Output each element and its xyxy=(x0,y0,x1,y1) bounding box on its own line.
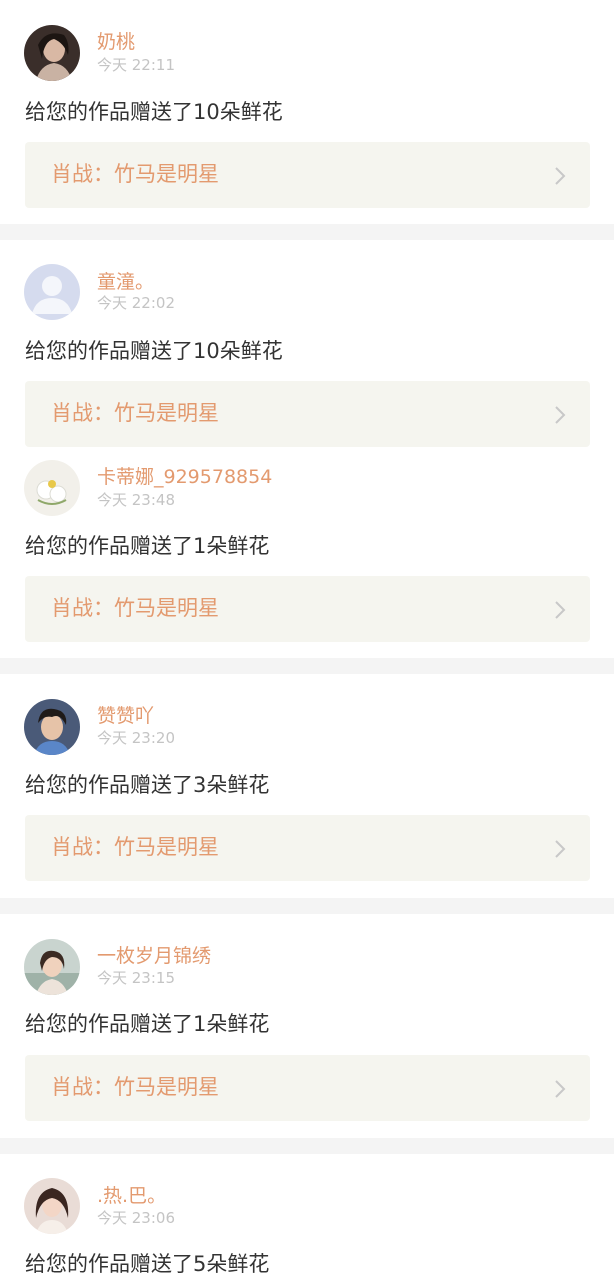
work-link[interactable]: 肖战：竹马是明星 xyxy=(25,142,590,208)
work-link[interactable]: 肖战：竹马是明星 xyxy=(25,815,590,881)
username[interactable]: 卡蒂娜_929578854 xyxy=(97,466,272,488)
work-title: 肖战：竹马是明星 xyxy=(51,596,219,620)
timestamp: 今天 23:15 xyxy=(97,969,175,987)
chevron-right-icon xyxy=(554,1079,566,1099)
default-avatar-icon[interactable] xyxy=(24,264,80,320)
notification-card: 赞赞吖 今天 23:20 给您的作品赠送了3朵鲜花 肖战：竹马是明星 xyxy=(0,674,614,898)
chevron-right-icon xyxy=(554,166,566,186)
work-link[interactable]: 肖战：竹马是明星 xyxy=(25,381,590,447)
gift-notification-list[interactable]: 奶桃 今天 22:11 给您的作品赠送了10朵鲜花 肖战：竹马是明星 童潼。 今 xyxy=(0,0,614,1280)
username[interactable]: 奶桃 xyxy=(97,31,135,53)
username[interactable]: 赞赞吖 xyxy=(97,705,154,727)
gift-message: 给您的作品赠送了10朵鲜花 xyxy=(25,100,283,124)
chevron-right-icon xyxy=(554,839,566,859)
username[interactable]: 童潼。 xyxy=(97,271,154,293)
chevron-right-icon xyxy=(554,405,566,425)
work-title: 肖战：竹马是明星 xyxy=(51,835,219,859)
timestamp: 今天 23:06 xyxy=(97,1209,175,1227)
gift-message: 给您的作品赠送了10朵鲜花 xyxy=(25,339,283,363)
username[interactable]: 一枚岁月锦绣 xyxy=(97,945,211,967)
avatar[interactable] xyxy=(24,699,80,755)
work-title: 肖战：竹马是明星 xyxy=(51,401,219,425)
avatar[interactable] xyxy=(24,939,80,995)
notification-card: .热.巴。 今天 23:06 给您的作品赠送了5朵鲜花 xyxy=(0,1154,614,1280)
timestamp: 今天 23:48 xyxy=(97,491,175,509)
chevron-right-icon xyxy=(554,600,566,620)
avatar[interactable] xyxy=(24,1178,80,1234)
work-title: 肖战：竹马是明星 xyxy=(51,162,219,186)
gift-message: 给您的作品赠送了3朵鲜花 xyxy=(25,773,270,797)
notification-card: 一枚岁月锦绣 今天 23:15 给您的作品赠送了1朵鲜花 肖战：竹马是明星 xyxy=(0,914,614,1138)
timestamp: 今天 23:20 xyxy=(97,729,175,747)
avatar[interactable] xyxy=(24,25,80,81)
work-title: 肖战：竹马是明星 xyxy=(51,1075,219,1099)
work-link[interactable]: 肖战：竹马是明星 xyxy=(25,576,590,642)
notification-card: 奶桃 今天 22:11 给您的作品赠送了10朵鲜花 肖战：竹马是明星 xyxy=(0,0,614,224)
gift-message: 给您的作品赠送了1朵鲜花 xyxy=(25,534,270,558)
username[interactable]: .热.巴。 xyxy=(97,1185,166,1207)
timestamp: 今天 22:02 xyxy=(97,294,175,312)
notification-card: 童潼。 今天 22:02 给您的作品赠送了10朵鲜花 肖战：竹马是明星 卡蒂娜_… xyxy=(0,240,614,658)
work-link[interactable]: 肖战：竹马是明星 xyxy=(25,1055,590,1121)
gift-message: 给您的作品赠送了5朵鲜花 xyxy=(25,1252,270,1276)
gift-message: 给您的作品赠送了1朵鲜花 xyxy=(25,1012,270,1036)
avatar[interactable] xyxy=(24,460,80,516)
timestamp: 今天 22:11 xyxy=(97,56,175,74)
